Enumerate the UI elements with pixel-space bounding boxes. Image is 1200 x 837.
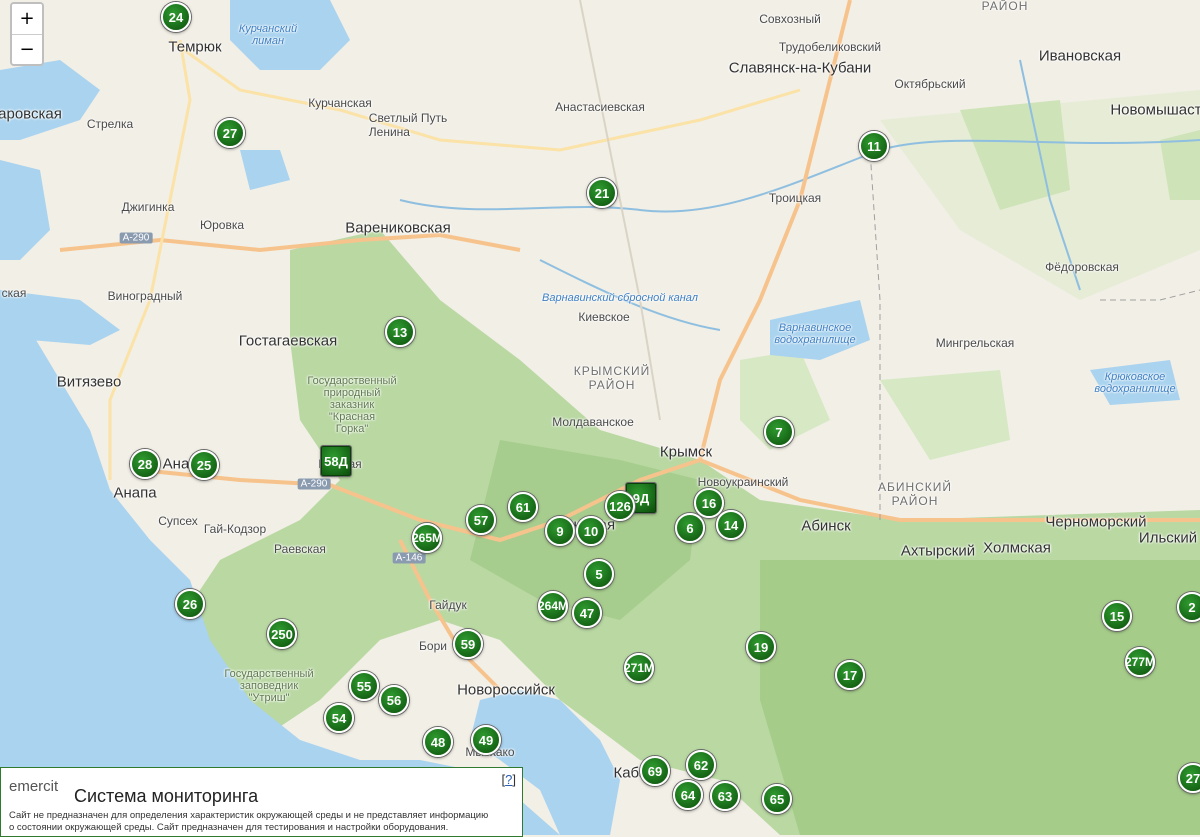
station-marker-5[interactable]: 5 — [584, 559, 614, 589]
station-marker-61[interactable]: 61 — [508, 492, 538, 522]
station-marker-13[interactable]: 13 — [385, 317, 415, 347]
station-marker-15[interactable]: 15 — [1102, 601, 1132, 631]
station-marker-65[interactable]: 65 — [762, 784, 792, 814]
zoom-out-button[interactable]: − — [12, 34, 42, 64]
station-marker-11[interactable]: 11 — [859, 131, 889, 161]
zoom-control: + − — [10, 2, 44, 66]
station-marker-250[interactable]: 250 — [267, 619, 297, 649]
station-marker-10[interactable]: 10 — [576, 516, 606, 546]
station-marker-126[interactable]: 126 — [605, 491, 635, 521]
station-marker-27[interactable]: 27 — [215, 118, 245, 148]
panel-title: Система мониторинга — [74, 786, 259, 806]
station-marker-55[interactable]: 55 — [349, 671, 379, 701]
station-marker-7[interactable]: 7 — [764, 417, 794, 447]
station-marker-54[interactable]: 54 — [324, 703, 354, 733]
station-marker-271M[interactable]: 271М — [624, 653, 654, 683]
station-marker-19[interactable]: 19 — [746, 632, 776, 662]
station-marker-9[interactable]: 9 — [545, 516, 575, 546]
station-marker-56[interactable]: 56 — [379, 685, 409, 715]
station-marker-63[interactable]: 63 — [710, 781, 740, 811]
emercit-logo: emercit — [9, 778, 59, 795]
station-marker-58D[interactable]: 58Д — [321, 446, 351, 476]
station-marker-277M[interactable]: 277М — [1125, 647, 1155, 677]
station-marker-264M[interactable]: 264М — [538, 591, 568, 621]
station-marker-57[interactable]: 57 — [466, 505, 496, 535]
help-link-wrap: [?] — [501, 772, 516, 787]
map-canvas[interactable]: Темрюк Курчанский лиман Совхозный Трудобелик… — [0, 0, 1200, 835]
station-marker-24[interactable]: 24 — [161, 2, 191, 32]
station-marker-14[interactable]: 14 — [716, 510, 746, 540]
station-marker-49[interactable]: 49 — [471, 725, 501, 755]
station-marker-27x[interactable]: 27 — [1178, 763, 1200, 793]
station-marker-17[interactable]: 17 — [835, 660, 865, 690]
info-panel: emercit Система мониторинга [?] Сайт не … — [0, 767, 523, 837]
station-marker-25[interactable]: 25 — [189, 450, 219, 480]
station-marker-47[interactable]: 47 — [572, 598, 602, 628]
map-background — [0, 0, 1200, 835]
station-marker-48[interactable]: 48 — [423, 727, 453, 757]
station-marker-62[interactable]: 62 — [686, 750, 716, 780]
station-marker-59[interactable]: 59 — [453, 629, 483, 659]
station-marker-69[interactable]: 69 — [640, 756, 670, 786]
zoom-in-button[interactable]: + — [12, 4, 42, 34]
station-marker-28[interactable]: 28 — [130, 449, 160, 479]
station-marker-26[interactable]: 26 — [175, 589, 205, 619]
station-marker-6[interactable]: 6 — [675, 513, 705, 543]
help-link[interactable]: ? — [505, 772, 512, 787]
panel-description: Сайт не предназначен для определения хар… — [9, 810, 489, 833]
station-marker-265M[interactable]: 265М — [412, 523, 442, 553]
station-marker-21[interactable]: 21 — [587, 178, 617, 208]
station-marker-64[interactable]: 64 — [673, 780, 703, 810]
station-marker-2x[interactable]: 2 — [1177, 592, 1200, 622]
